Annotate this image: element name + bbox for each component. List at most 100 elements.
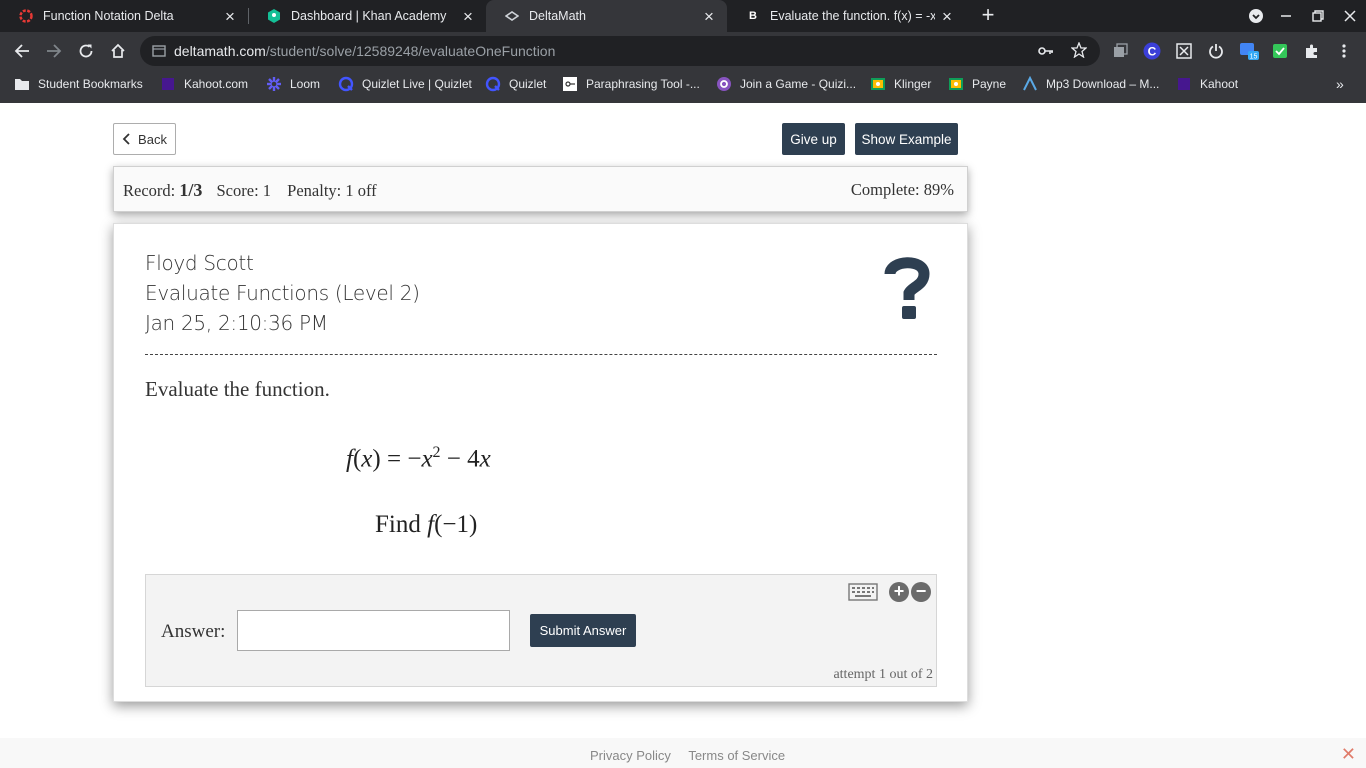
kahoot-icon (1176, 76, 1192, 92)
green-extension-icon[interactable] (1269, 40, 1291, 62)
close-icon[interactable]: × (697, 8, 721, 25)
bookmark-quizlet-live[interactable]: Quizlet Live | Quizlet (338, 70, 472, 98)
tab-evaluate-function[interactable]: B Evaluate the function. f(x) = -x^2 × (727, 0, 965, 32)
close-window-icon[interactable] (1334, 0, 1366, 32)
tab-khan-academy[interactable]: Dashboard | Khan Academy × (248, 0, 486, 32)
close-footer-icon[interactable]: ✕ (1341, 744, 1356, 765)
close-icon[interactable]: × (218, 8, 242, 25)
back-label: Back (138, 131, 167, 147)
quizlet-icon (485, 76, 501, 92)
problem-prompt: Evaluate the function. (145, 377, 330, 401)
answer-label: Answer: (161, 621, 226, 642)
tab-title: DeltaMath (529, 9, 586, 23)
bookmarks-bar: Student Bookmarks Kahoot.com Loom Quizle… (0, 70, 1366, 103)
tab-strip: Function Notation Delta × Dashboard | Kh… (0, 0, 1366, 32)
mp3-icon (1022, 76, 1038, 92)
chevron-left-icon (122, 133, 130, 145)
quizizz-icon (716, 76, 732, 92)
kahoot-icon (160, 76, 176, 92)
submit-label: Submit Answer (539, 623, 627, 638)
attempt-counter: attempt 1 out of 2 (833, 667, 933, 682)
page-footer: Privacy Policy Terms of Service ✕ (0, 738, 1366, 768)
browser-toolbar: deltamath.com/student/solve/12589248/eva… (0, 32, 1366, 70)
new-tab-button[interactable]: + (976, 4, 1000, 28)
khan-academy-icon (266, 8, 282, 24)
complete-text: Complete: 89% (850, 180, 954, 199)
submit-answer-button[interactable]: Submit Answer (530, 614, 636, 647)
classroom-icon (948, 76, 964, 92)
show-example-label: Show Example (861, 131, 952, 147)
classroom-icon (870, 76, 886, 92)
bookmark-klinger[interactable]: Klinger (870, 70, 931, 98)
home-icon[interactable] (103, 36, 133, 66)
tab-title: Dashboard | Khan Academy (291, 9, 447, 23)
bookmark-paraphrasing-tool[interactable]: Paraphrasing Tool -... (562, 70, 700, 98)
minimize-icon[interactable] (1270, 0, 1302, 32)
tab-function-notation[interactable]: Function Notation Delta × (0, 0, 248, 32)
give-up-button[interactable]: Give up (782, 123, 845, 155)
bookmark-quizizz[interactable]: Join a Game - Quizi... (716, 70, 856, 98)
puzzle-icon[interactable] (1301, 40, 1323, 62)
bookmark-loom[interactable]: Loom (266, 70, 320, 98)
restore-icon[interactable] (1302, 0, 1334, 32)
back-button[interactable]: Back (113, 123, 176, 155)
tab-deltamath[interactable]: DeltaMath × (486, 0, 727, 32)
give-up-label: Give up (790, 131, 837, 147)
tab-title: Evaluate the function. f(x) = -x^2 (770, 9, 935, 23)
terms-of-service-link[interactable]: Terms of Service (688, 748, 785, 763)
bookmark-quizlet[interactable]: Quizlet (485, 70, 546, 98)
answer-input[interactable] (237, 610, 510, 651)
quizlet-icon (338, 76, 354, 92)
more-menu-icon[interactable] (1333, 40, 1355, 62)
red-circle-icon (18, 8, 34, 24)
record-label: Record: (123, 181, 176, 200)
extension-badge: 15 (1250, 54, 1258, 61)
c-extension-icon[interactable]: C (1141, 40, 1163, 62)
bookmark-kahoot[interactable]: Kahoot (1176, 70, 1238, 98)
close-icon[interactable]: × (456, 8, 480, 25)
back-arrow-icon[interactable] (7, 36, 37, 66)
extension-icon[interactable] (1109, 40, 1131, 62)
paraphrase-icon (562, 76, 578, 92)
problem-card: Floyd Scott Evaluate Functions (Level 2)… (113, 223, 968, 702)
find-expression: Find f(−1) (375, 511, 478, 538)
address-bar[interactable]: deltamath.com/student/solve/12589248/eva… (140, 36, 1100, 66)
record-stats: Record: 1/3 Score: 1 Penalty: 1 off (123, 180, 377, 201)
bookmark-mp3-download[interactable]: Mp3 Download – M... (1022, 70, 1159, 98)
forward-arrow-icon[interactable] (39, 36, 69, 66)
student-name: Floyd Scott (145, 251, 254, 275)
header-divider (145, 354, 937, 355)
site-info-icon[interactable] (152, 44, 166, 63)
bookmark-student-bookmarks[interactable]: Student Bookmarks (14, 70, 143, 98)
power-icon[interactable] (1205, 40, 1227, 62)
loom-icon (266, 76, 282, 92)
assignment-title: Evaluate Functions (Level 2) (145, 281, 420, 305)
svg-text:C: C (1148, 45, 1157, 59)
deltamath-icon (504, 8, 520, 24)
tab-search-icon[interactable] (1240, 0, 1272, 32)
show-example-button[interactable]: Show Example (855, 123, 958, 155)
penalty-text: Penalty: 1 off (287, 181, 377, 200)
close-icon[interactable]: × (935, 8, 959, 25)
timestamp: Jan 25, 2:10:36 PM (145, 311, 328, 335)
bookmark-kahoot-com[interactable]: Kahoot.com (160, 70, 248, 98)
puzzle-grid-icon[interactable] (1173, 40, 1195, 62)
calendar-extension-icon[interactable]: 15 (1238, 40, 1260, 62)
more-bookmarks-icon[interactable]: » (1336, 70, 1344, 98)
folder-icon (14, 76, 30, 92)
zoom-in-icon[interactable]: + (889, 582, 909, 602)
keyboard-icon[interactable] (848, 582, 878, 602)
privacy-policy-link[interactable]: Privacy Policy (590, 748, 671, 763)
help-question-icon[interactable] (882, 254, 932, 324)
bookmark-payne[interactable]: Payne (948, 70, 1006, 98)
function-definition: f(x) = −x2 − 4x (346, 444, 491, 473)
key-icon[interactable] (1038, 44, 1054, 63)
url-text: deltamath.com/student/solve/12589248/eva… (174, 43, 556, 59)
record-value: 1/3 (179, 180, 203, 200)
answer-panel: + − Answer: Submit Answer attempt 1 out … (145, 574, 937, 687)
deltamath-page: Back Give up Show Example Record: 1/3 Sc… (0, 103, 1366, 768)
star-icon[interactable] (1070, 41, 1088, 63)
score-text: Score: 1 (216, 181, 272, 200)
reload-icon[interactable] (71, 36, 101, 66)
zoom-out-icon[interactable]: − (911, 582, 931, 602)
